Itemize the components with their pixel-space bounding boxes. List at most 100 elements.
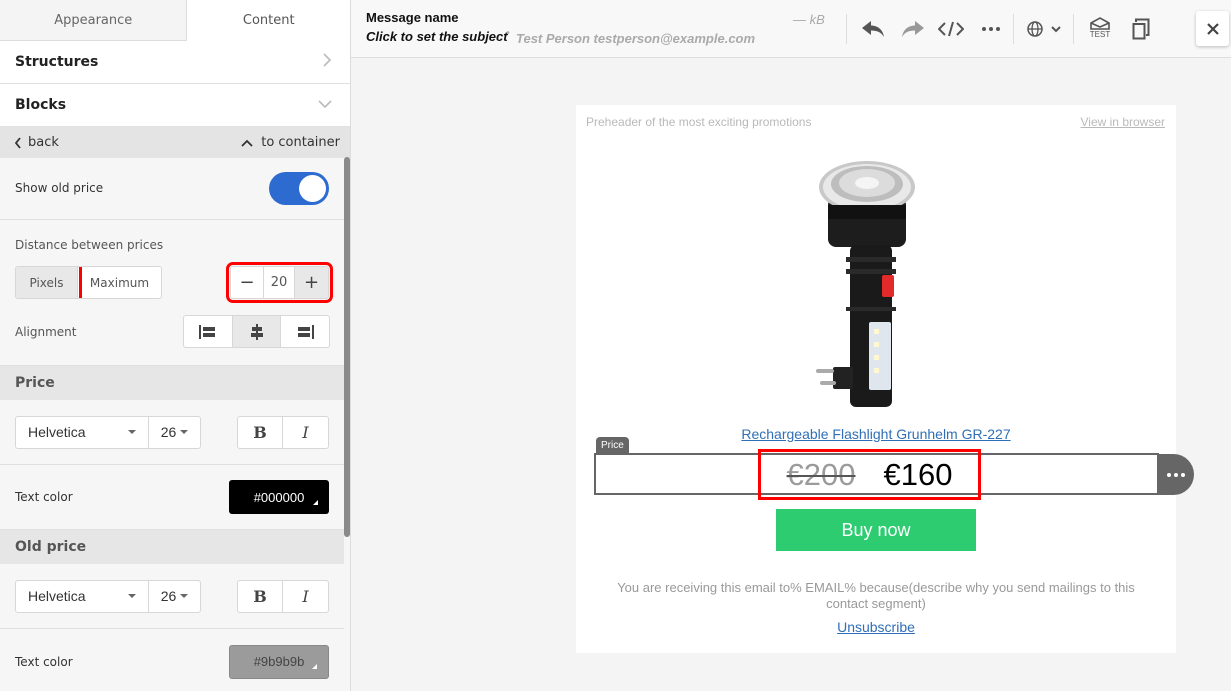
- settings-panel: Appearance Content Structures Blocks bac…: [0, 0, 351, 691]
- align-right-button[interactable]: [281, 316, 329, 347]
- to-container-button[interactable]: to container: [241, 135, 340, 150]
- old-price-font-size-value: 26: [160, 588, 177, 604]
- distance-mode-toggle: Pixels Maximum: [15, 266, 162, 299]
- old-price-font-row: Helvetica 26 B I: [0, 564, 344, 629]
- caret-down-icon: [128, 430, 136, 434]
- caret-down-icon: [180, 430, 189, 434]
- old-price-font-family-dropdown[interactable]: Helvetica: [16, 580, 149, 612]
- old-price-section-header: Old price: [0, 530, 344, 564]
- message-size: — kB: [793, 12, 825, 27]
- code-button[interactable]: [938, 16, 964, 42]
- back-button[interactable]: back: [14, 135, 59, 150]
- decrement-button[interactable]: −: [231, 267, 264, 298]
- copy-icon: [1132, 18, 1150, 40]
- align-right-icon: [298, 324, 314, 339]
- price-style-group: B I: [237, 415, 329, 449]
- accordion-structures[interactable]: Structures: [0, 41, 350, 84]
- price-font-family-value: Helvetica: [28, 424, 86, 440]
- alignment-label: Alignment: [15, 325, 77, 339]
- alignment-group: [183, 315, 330, 348]
- chevron-down-icon: [318, 97, 332, 113]
- product-title-link[interactable]: Rechargeable Flashlight Grunhelm GR-227: [576, 426, 1176, 442]
- block-nav-bar: back to container: [0, 127, 350, 158]
- email-canvas: Preheader of the most exciting promotion…: [576, 105, 1194, 653]
- subject-field[interactable]: Click to set the subject: [366, 29, 508, 44]
- align-left-button[interactable]: [184, 316, 233, 347]
- price-display[interactable]: €200 €160: [758, 449, 981, 500]
- view-in-browser-link[interactable]: View in browser: [1081, 115, 1165, 129]
- redo-button[interactable]: [900, 16, 926, 42]
- old-price-style-group: B I: [237, 579, 329, 613]
- tab-appearance[interactable]: Appearance: [0, 0, 188, 41]
- price-font-size-dropdown[interactable]: 26: [149, 417, 200, 448]
- buy-now-button[interactable]: Buy now: [776, 509, 976, 551]
- resize-corner-icon: [312, 663, 317, 669]
- old-price-italic-button[interactable]: I: [283, 581, 328, 612]
- distance-section: Distance between prices Pixels Maximum −…: [0, 220, 344, 366]
- code-icon: [938, 21, 964, 37]
- old-price-font-size-dropdown[interactable]: 26: [149, 581, 200, 612]
- toolbar-divider: [1073, 14, 1074, 44]
- old-price: €200: [786, 456, 856, 492]
- dot-icon: [1180, 472, 1185, 477]
- tab-content[interactable]: Content: [187, 0, 350, 41]
- dot-icon: [1173, 472, 1178, 477]
- new-price: €160: [883, 456, 953, 492]
- increment-button[interactable]: +: [295, 267, 328, 298]
- back-label: back: [28, 135, 59, 150]
- send-test-button[interactable]: TEST: [1088, 15, 1112, 41]
- test-label: TEST: [1089, 30, 1111, 39]
- distance-label: Distance between prices: [15, 238, 164, 252]
- align-left-icon: [199, 324, 215, 339]
- flashlight-led-panel: [869, 322, 891, 390]
- price-bold-button[interactable]: B: [238, 416, 283, 448]
- old-price-text-color-picker[interactable]: #9b9b9b: [229, 644, 329, 679]
- redo-icon: [902, 21, 924, 37]
- distance-value-input[interactable]: 20: [264, 267, 295, 298]
- align-center-icon: [250, 323, 263, 340]
- app-root: Appearance Content Structures Blocks bac…: [0, 0, 1231, 691]
- close-icon: [1206, 22, 1219, 35]
- old-price-font-select: Helvetica 26: [15, 579, 201, 613]
- chevron-left-icon: [14, 136, 21, 149]
- price-text-color-label: Text color: [15, 490, 73, 504]
- close-editor-button[interactable]: [1196, 11, 1229, 46]
- chevron-up-icon: [241, 139, 253, 147]
- align-center-button[interactable]: [233, 316, 281, 347]
- mode-maximum-button[interactable]: Maximum: [78, 267, 161, 298]
- flashlight-switch: [882, 275, 894, 297]
- price-font-family-dropdown[interactable]: Helvetica: [16, 416, 149, 448]
- show-old-price-toggle[interactable]: [269, 171, 329, 205]
- chevron-right-icon: [322, 53, 332, 71]
- product-image[interactable]: [806, 157, 936, 412]
- undo-button[interactable]: [860, 16, 886, 42]
- panel-tabs: Appearance Content: [0, 0, 350, 41]
- toolbar-divider: [1013, 14, 1014, 44]
- price-font-size-value: 26: [160, 424, 177, 440]
- price-italic-button[interactable]: I: [283, 417, 328, 448]
- preheader-text[interactable]: Preheader of the most exciting promotion…: [586, 115, 811, 129]
- price-font-select: Helvetica 26: [15, 415, 201, 449]
- unsubscribe-link[interactable]: Unsubscribe: [576, 619, 1176, 635]
- old-price-color-row: Text color #9b9b9b: [0, 629, 344, 691]
- accordion-blocks-label: Blocks: [15, 97, 67, 113]
- dot-icon: [1166, 472, 1171, 477]
- price-text-color-picker[interactable]: #000000: [229, 480, 329, 514]
- distance-stepper: − 20 +: [226, 262, 333, 303]
- more-options-button[interactable]: [981, 16, 1001, 42]
- editor-topbar: Message name Click to set the subject • …: [351, 0, 1231, 58]
- old-price-bold-button[interactable]: B: [238, 580, 283, 612]
- mode-pixels-button[interactable]: Pixels: [16, 267, 82, 298]
- show-old-price-label: Show old price: [15, 181, 104, 195]
- panel-scrollbar[interactable]: [344, 157, 350, 537]
- copy-button[interactable]: [1130, 16, 1152, 42]
- sender-info: Test Person testperson@example.com: [516, 31, 756, 46]
- old-price-text-color-label: Text color: [15, 654, 73, 669]
- accordion-structures-label: Structures: [15, 54, 99, 70]
- old-price-text-color-value: #9b9b9b: [253, 654, 305, 669]
- accordion-blocks[interactable]: Blocks: [0, 84, 350, 127]
- message-name[interactable]: Message name: [366, 10, 459, 25]
- language-dropdown[interactable]: [1025, 16, 1063, 42]
- test-send-icon: [1090, 17, 1110, 30]
- block-options-button[interactable]: [1157, 454, 1194, 495]
